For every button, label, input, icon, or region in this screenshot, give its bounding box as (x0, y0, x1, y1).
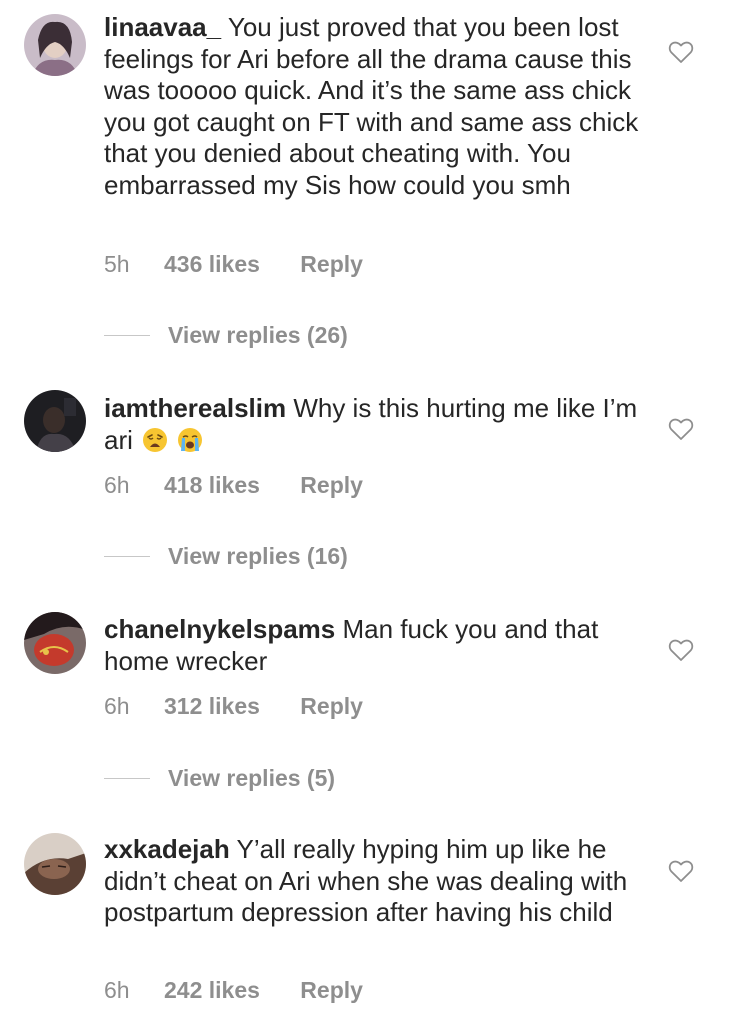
comment-time: 6h (104, 977, 130, 1003)
comment-time: 6h (104, 693, 130, 719)
comment-likes[interactable]: 312 likes (164, 693, 260, 720)
comment-time: 6h (104, 472, 130, 498)
comment-likes[interactable]: 242 likes (164, 977, 260, 1004)
comment-meta: 6h 242 likes Reply (104, 977, 363, 1004)
avatar[interactable] (24, 390, 86, 452)
view-replies-line (104, 335, 150, 336)
loudly-crying-face-emoji (178, 427, 203, 452)
avatar-image (24, 833, 86, 895)
heart-outline-icon[interactable] (668, 40, 694, 64)
comment-username[interactable]: chanelnykelspams (104, 614, 335, 644)
view-replies-button[interactable]: View replies (26) (168, 322, 348, 349)
avatar-image (24, 14, 86, 76)
comment-body: xxkadejah Y’all really hyping him up lik… (104, 834, 644, 929)
view-replies-button[interactable]: View replies (5) (168, 765, 335, 792)
reply-button[interactable]: Reply (300, 472, 363, 499)
view-replies-line (104, 778, 150, 779)
comment-likes[interactable]: 436 likes (164, 251, 260, 278)
avatar[interactable] (24, 14, 86, 76)
comment-time: 5h (104, 251, 130, 277)
view-replies-line (104, 556, 150, 557)
comment-body: linaavaa_ You just proved that you been … (104, 12, 644, 201)
heart-outline-icon[interactable] (668, 638, 694, 662)
comment-meta: 5h 436 likes Reply (104, 251, 363, 278)
avatar[interactable] (24, 833, 86, 895)
weary-face-emoji (143, 427, 168, 452)
comment-meta: 6h 312 likes Reply (104, 693, 363, 720)
comment-likes[interactable]: 418 likes (164, 472, 260, 499)
reply-button[interactable]: Reply (300, 251, 363, 278)
avatar[interactable] (24, 612, 86, 674)
comment-body: chanelnykelspams Man fuck you and that h… (104, 614, 644, 677)
comment-meta: 6h 418 likes Reply (104, 472, 363, 499)
comment-username[interactable]: linaavaa_ (104, 12, 221, 42)
heart-outline-icon[interactable] (668, 859, 694, 883)
view-replies-button[interactable]: View replies (16) (168, 543, 348, 570)
avatar-image (24, 390, 86, 452)
comment-username[interactable]: iamtherealslim (104, 393, 286, 423)
comment-username[interactable]: xxkadejah (104, 834, 230, 864)
heart-outline-icon[interactable] (668, 417, 694, 441)
avatar-image (24, 612, 86, 674)
comment-body: iamtherealslim Why is this hurting me li… (104, 393, 644, 456)
reply-button[interactable]: Reply (300, 693, 363, 720)
reply-button[interactable]: Reply (300, 977, 363, 1004)
